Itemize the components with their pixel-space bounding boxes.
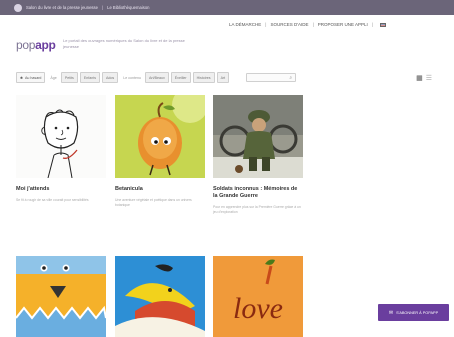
age-filter-enfants[interactable]: Enfants xyxy=(79,72,100,83)
love-text: love xyxy=(233,292,283,325)
content-filter-art-beaux[interactable]: Art/Beaux xyxy=(145,72,169,83)
topbar-separator: | xyxy=(101,5,104,10)
main-nav: LA DÉMARCHE | SOURCES D'AIDE | PROPOSER … xyxy=(229,22,386,27)
boy-drawing-illustration xyxy=(16,95,106,178)
card-title[interactable]: Soldats inconnus : Mémoires de la Grande… xyxy=(213,186,303,200)
app-card-thumbnail[interactable]: love xyxy=(213,256,303,337)
shuffle-icon: ✱ xyxy=(20,75,24,80)
card-thumbnail[interactable] xyxy=(16,95,106,178)
card-description: Une aventure végétale et poétique dans u… xyxy=(115,198,192,207)
card-thumbnail[interactable] xyxy=(213,95,303,178)
content-filter-histoires[interactable]: Histoires xyxy=(192,72,215,83)
nav-separator: | xyxy=(371,22,373,27)
topbar-link-salon[interactable]: Salon du livre et de la presse jeunesse xyxy=(26,5,98,10)
site-tagline: Le portail des ouvrages numériques du Sa… xyxy=(63,38,185,49)
content-filter-label: Le contenu xyxy=(123,75,141,80)
card-description: Se fit à rougir de sa ville courait pour… xyxy=(16,198,89,202)
filter-bar: ✱ Au hasard Âge Petits Enfants Ados Le c… xyxy=(16,71,440,84)
search-input[interactable]: ⌕ xyxy=(246,73,297,82)
card-thumbnail[interactable] xyxy=(115,95,205,178)
logo-app: app xyxy=(35,38,56,52)
list-view-icon[interactable]: ☰ xyxy=(426,74,432,82)
topbar-link-bibliotheque[interactable]: Le Bibliothèquemaison xyxy=(107,5,149,10)
monster-face-illustration xyxy=(16,256,106,337)
popapp-logo[interactable]: popapp xyxy=(16,38,56,52)
view-toggle: ▦ ☰ xyxy=(416,74,432,82)
search-icon: ⌕ xyxy=(289,75,293,81)
subscribe-button[interactable]: ✉ S'ABONNER À POPAPP xyxy=(378,304,449,321)
nav-item-demarche[interactable]: LA DÉMARCHE xyxy=(229,22,261,27)
nav-item-proposer[interactable]: PROPOSER UNE APPLI xyxy=(318,22,368,27)
soldier-illustration xyxy=(213,95,303,178)
card-title[interactable]: Betanicula xyxy=(115,186,205,193)
random-button-label: Au hasard xyxy=(25,75,42,80)
content-filter-art[interactable]: Art xyxy=(216,72,230,83)
app-card[interactable]: Soldats inconnus : Mémoires de la Grande… xyxy=(213,95,303,214)
age-filter-label: Âge xyxy=(50,75,57,80)
mail-icon: ✉ xyxy=(388,309,394,316)
subscribe-button-label: S'ABONNER À POPAPP xyxy=(396,310,439,315)
nav-item-sources[interactable]: SOURCES D'AIDE xyxy=(270,22,308,27)
logo-pop: pop xyxy=(16,38,36,52)
random-button[interactable]: ✱ Au hasard xyxy=(16,72,46,83)
content-filter-eveiller[interactable]: Éveiller xyxy=(170,72,191,83)
app-card-thumbnail[interactable] xyxy=(16,256,106,337)
age-filter-petits[interactable]: Petits xyxy=(60,72,78,83)
card-description: Pour en apprendre plus sur la Première G… xyxy=(213,205,301,214)
top-bar: Salon du livre et de la presse jeunesse … xyxy=(0,0,454,15)
age-filter-ados[interactable]: Ados xyxy=(102,72,119,83)
nav-separator: | xyxy=(265,22,267,27)
app-card[interactable]: Moi j'attends Se fit à rougir de sa vill… xyxy=(16,95,106,203)
betanicula-creature-illustration xyxy=(115,95,205,178)
card-title[interactable]: Moi j'attends xyxy=(16,186,106,193)
love-illustration: love xyxy=(213,256,303,337)
app-card-thumbnail[interactable] xyxy=(115,256,205,337)
nav-separator: | xyxy=(312,22,314,27)
grid-view-icon[interactable]: ▦ xyxy=(416,74,423,82)
app-card[interactable]: Betanicula Une aventure végétale et poét… xyxy=(115,95,205,207)
french-flag-icon[interactable] xyxy=(379,22,386,27)
globe-icon xyxy=(14,3,22,12)
bird-illustration xyxy=(115,256,205,337)
